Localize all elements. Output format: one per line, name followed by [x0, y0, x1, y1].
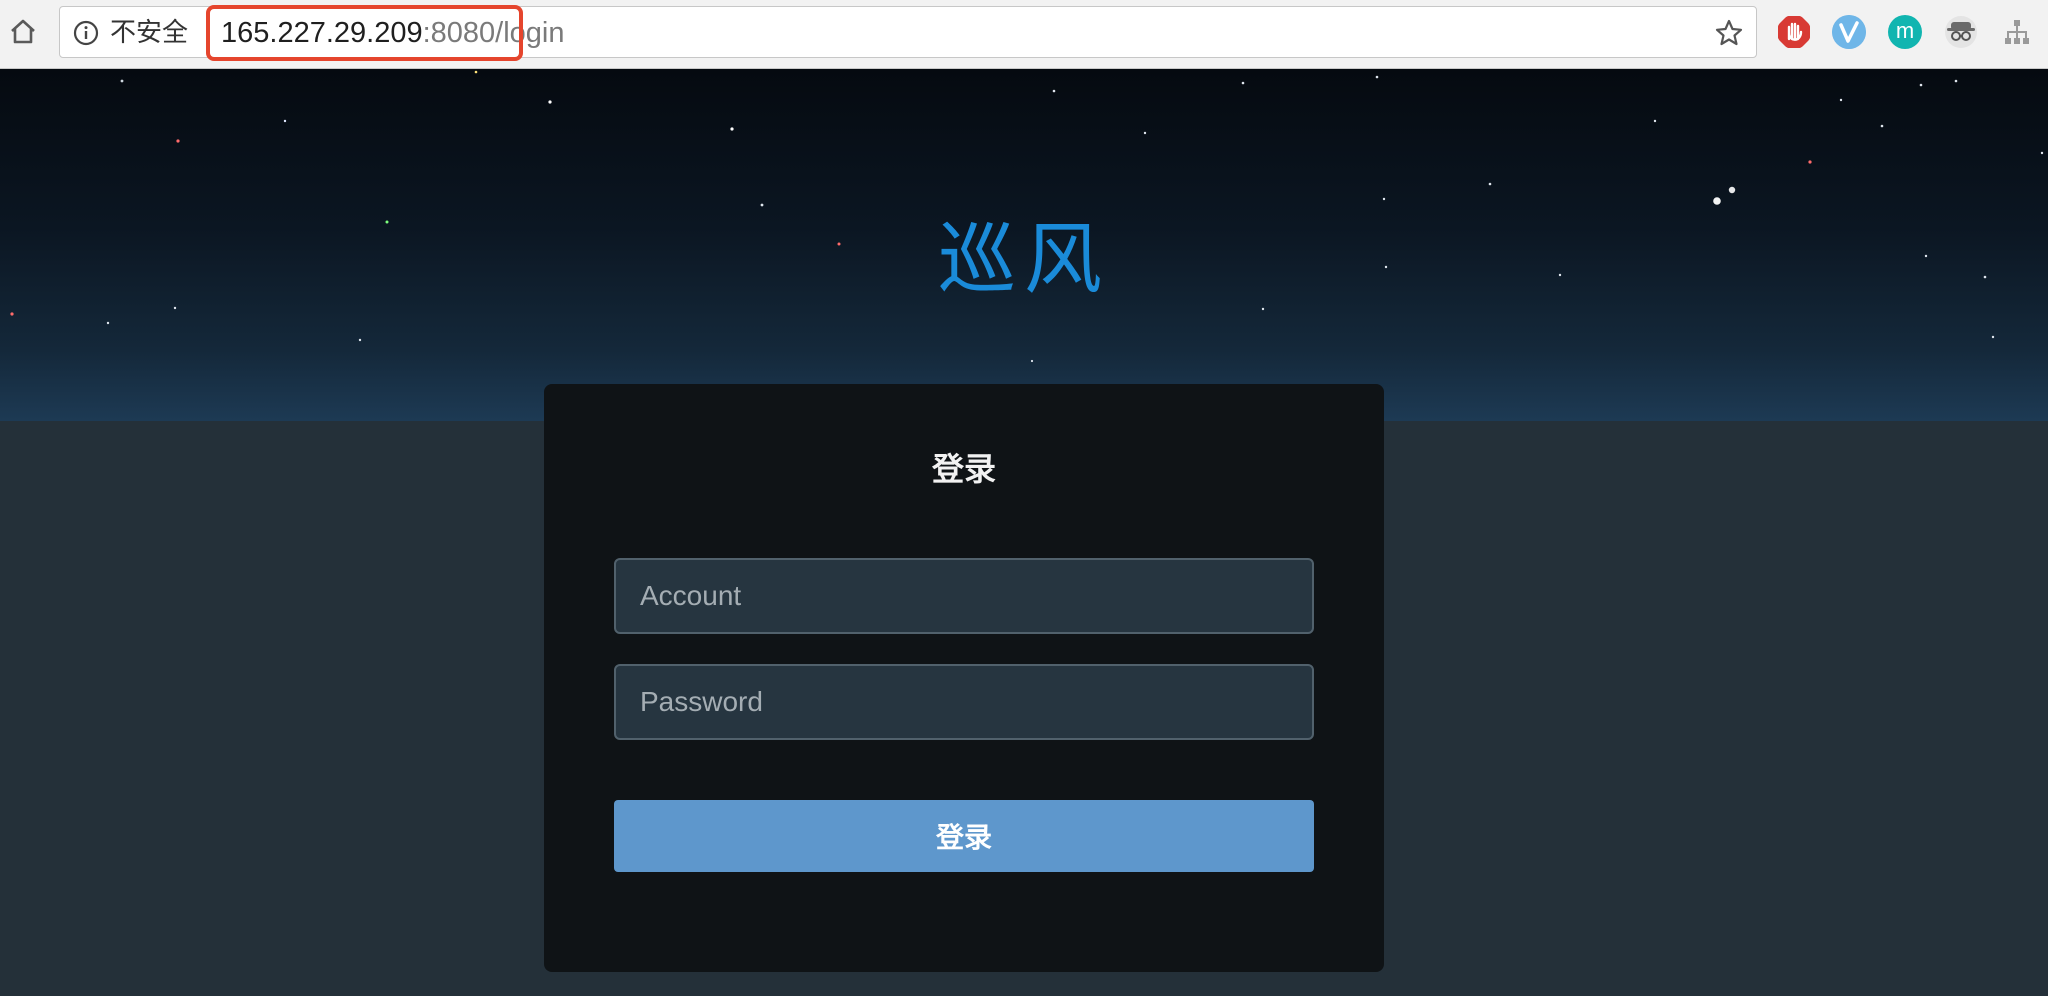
sitemap-icon[interactable] [2000, 15, 2034, 49]
m-extension-icon[interactable]: m [1888, 15, 1922, 49]
home-icon[interactable] [6, 14, 40, 48]
spy-icon[interactable] [1944, 15, 1978, 49]
brand-logo-text: 巡风 [937, 215, 1110, 305]
bookmark-star-icon[interactable] [1714, 18, 1744, 48]
info-icon[interactable] [73, 20, 99, 46]
adblock-icon[interactable] [1777, 15, 1811, 49]
account-input[interactable] [614, 558, 1314, 634]
security-label: 不安全 [110, 18, 189, 48]
vimium-icon[interactable] [1832, 15, 1866, 49]
url-highlight-annotation [206, 5, 523, 61]
address-bar[interactable]: 不安全 165.227.29.209:8080/login [59, 5, 1757, 61]
browser-toolbar: 不安全 165.227.29.209:8080/login m [0, 0, 2048, 69]
password-input[interactable] [614, 664, 1314, 740]
starry-hero-background: 巡风 [0, 69, 2048, 421]
login-button[interactable]: 登录 [614, 800, 1314, 872]
login-title: 登录 [931, 450, 996, 488]
login-card: 登录 登录 [544, 384, 1384, 972]
